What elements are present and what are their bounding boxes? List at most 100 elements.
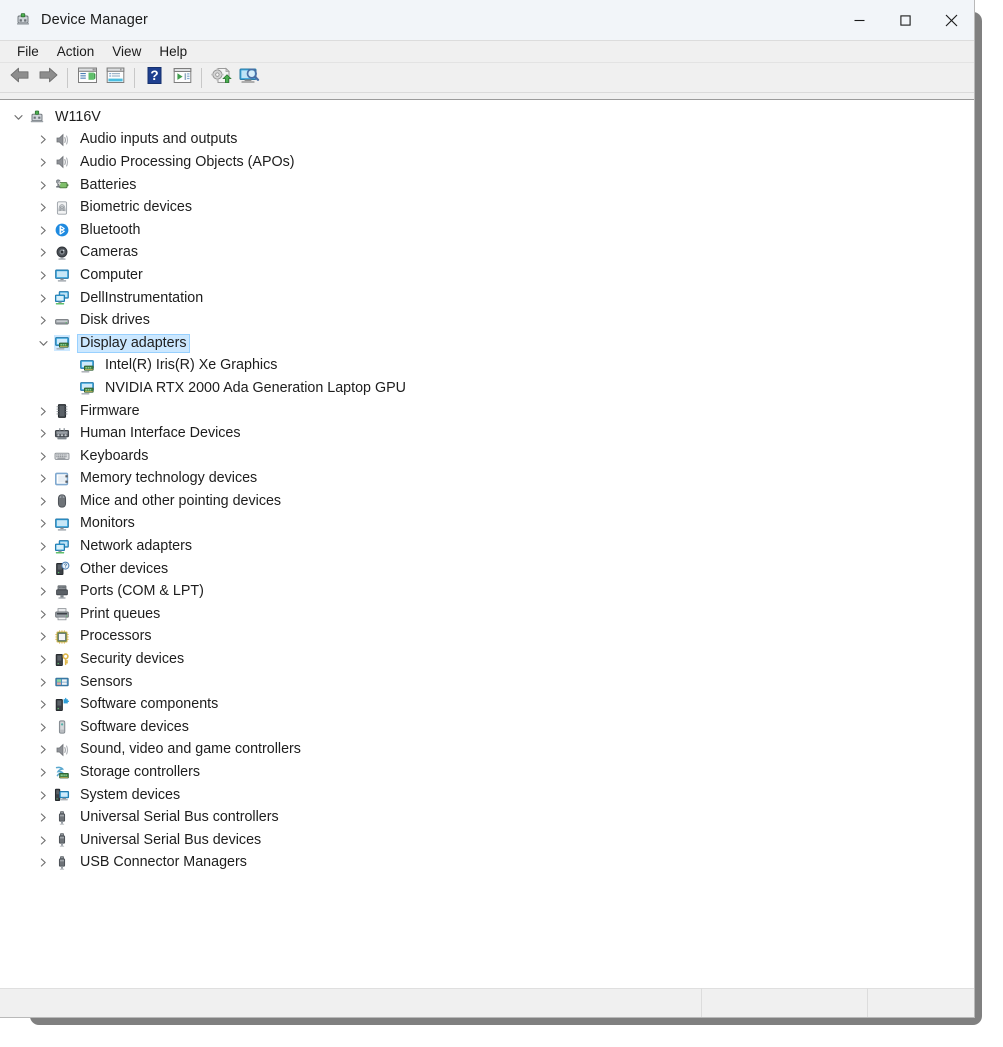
device-tree[interactable]: W116V Audio inputs and outputs Audio Pro… xyxy=(0,100,974,987)
tree-item-biometric-devices[interactable]: Biometric devices xyxy=(0,196,974,219)
tree-item-display-adapters[interactable]: Display adapters xyxy=(0,332,974,355)
monitor-icon xyxy=(54,267,70,283)
toolbar-scan-hardware[interactable] xyxy=(235,65,263,91)
toolbar-back[interactable] xyxy=(6,65,34,91)
software-device-icon xyxy=(54,719,70,735)
tree-item-batteries[interactable]: Batteries xyxy=(0,174,974,197)
chevron-right-icon[interactable] xyxy=(35,719,51,735)
chevron-right-icon[interactable] xyxy=(35,855,51,871)
minimize-button[interactable] xyxy=(836,0,882,41)
tree-item-w116v[interactable]: W116V xyxy=(0,106,974,129)
chevron-right-icon[interactable] xyxy=(35,200,51,216)
processor-icon xyxy=(54,629,70,645)
tree-item-label: Intel(R) Iris(R) Xe Graphics xyxy=(102,356,280,375)
chevron-right-icon[interactable] xyxy=(35,471,51,487)
toolbar-update-driver[interactable] xyxy=(207,65,235,91)
tree-item-memory-technology-devices[interactable]: Memory technology devices xyxy=(0,468,974,491)
tree-item-computer[interactable]: Computer xyxy=(0,264,974,287)
tree-item-cameras[interactable]: Cameras xyxy=(0,242,974,265)
tree-item-firmware[interactable]: Firmware xyxy=(0,400,974,423)
tree-item-label: Monitors xyxy=(77,514,138,533)
chevron-right-icon[interactable] xyxy=(35,313,51,329)
chevron-placeholder-icon xyxy=(60,358,76,374)
chevron-right-icon[interactable] xyxy=(35,810,51,826)
tree-item-sound-video-and-game-controllers[interactable]: Sound, video and game controllers xyxy=(0,739,974,762)
tree-item-universal-serial-bus-devices[interactable]: Universal Serial Bus devices xyxy=(0,829,974,852)
tree-item-disk-drives[interactable]: Disk drives xyxy=(0,309,974,332)
tree-item-other-devices[interactable]: ?Other devices xyxy=(0,558,974,581)
tree-item-network-adapters[interactable]: Network adapters xyxy=(0,535,974,558)
chevron-right-icon[interactable] xyxy=(35,132,51,148)
tree-item-monitors[interactable]: Monitors xyxy=(0,513,974,536)
tree-item-audio-inputs-and-outputs[interactable]: Audio inputs and outputs xyxy=(0,129,974,152)
tree-item-dellinstrumentation[interactable]: DellInstrumentation xyxy=(0,287,974,310)
tree-item-label: Sensors xyxy=(77,673,135,692)
chevron-right-icon[interactable] xyxy=(35,222,51,238)
unknown-device-icon: ? xyxy=(54,561,70,577)
chevron-right-icon[interactable] xyxy=(35,539,51,555)
chevron-right-icon[interactable] xyxy=(35,765,51,781)
tree-item-nvidia-rtx-2000-ada-generation-laptop-gpu[interactable]: NVIDIA RTX 2000 Ada Generation Laptop GP… xyxy=(0,377,974,400)
chevron-right-icon[interactable] xyxy=(35,154,51,170)
chevron-right-icon[interactable] xyxy=(35,426,51,442)
tree-item-system-devices[interactable]: System devices xyxy=(0,784,974,807)
menu-file[interactable]: File xyxy=(8,41,48,63)
window-titlebar[interactable]: Device Manager xyxy=(0,0,974,41)
chevron-right-icon[interactable] xyxy=(35,832,51,848)
toolbar-separator xyxy=(201,68,202,88)
tree-item-mice-and-other-pointing-devices[interactable]: Mice and other pointing devices xyxy=(0,490,974,513)
tree-item-security-devices[interactable]: Security devices xyxy=(0,648,974,671)
chevron-right-icon[interactable] xyxy=(35,742,51,758)
tree-item-print-queues[interactable]: Print queues xyxy=(0,603,974,626)
toolbar-properties[interactable] xyxy=(73,65,101,91)
chevron-right-icon[interactable] xyxy=(35,403,51,419)
maximize-button[interactable] xyxy=(882,0,928,41)
close-button[interactable] xyxy=(928,0,974,41)
chevron-right-icon[interactable] xyxy=(35,245,51,261)
status-pane-secondary xyxy=(702,988,868,1018)
chevron-right-icon[interactable] xyxy=(35,787,51,803)
tree-item-human-interface-devices[interactable]: Human Interface Devices xyxy=(0,422,974,445)
tree-item-storage-controllers[interactable]: Storage controllers xyxy=(0,761,974,784)
tree-item-usb-connector-managers[interactable]: USB Connector Managers xyxy=(0,852,974,875)
chevron-right-icon[interactable] xyxy=(35,697,51,713)
toolbar-forward[interactable] xyxy=(34,65,62,91)
chevron-right-icon[interactable] xyxy=(35,561,51,577)
tree-item-audio-processing-objects-apos[interactable]: Audio Processing Objects (APOs) xyxy=(0,151,974,174)
menu-view[interactable]: View xyxy=(103,41,150,63)
svg-text:?: ? xyxy=(150,68,158,83)
toolbar-run[interactable] xyxy=(168,65,196,91)
chevron-right-icon[interactable] xyxy=(35,606,51,622)
chevron-right-icon[interactable] xyxy=(35,629,51,645)
toolbar-help[interactable]: ? xyxy=(140,65,168,91)
tree-item-software-components[interactable]: Software components xyxy=(0,693,974,716)
tree-item-software-devices[interactable]: Software devices xyxy=(0,716,974,739)
tree-item-ports-com-lpt[interactable]: Ports (COM & LPT) xyxy=(0,580,974,603)
menu-action[interactable]: Action xyxy=(48,41,104,63)
toolbar-show-hide-tree[interactable] xyxy=(101,65,129,91)
tree-item-label: Audio inputs and outputs xyxy=(77,130,240,149)
chevron-right-icon[interactable] xyxy=(35,448,51,464)
tree-item-label: Memory technology devices xyxy=(77,469,260,488)
chevron-down-icon[interactable] xyxy=(10,109,26,125)
tree-item-label: System devices xyxy=(77,786,183,805)
tree-item-bluetooth[interactable]: Bluetooth xyxy=(0,219,974,242)
tree-item-sensors[interactable]: Sensors xyxy=(0,671,974,694)
chevron-right-icon[interactable] xyxy=(35,493,51,509)
menu-help[interactable]: Help xyxy=(150,41,196,63)
chevron-right-icon[interactable] xyxy=(35,177,51,193)
tree-item-label: Universal Serial Bus controllers xyxy=(77,808,282,827)
chevron-right-icon[interactable] xyxy=(35,584,51,600)
chevron-right-icon[interactable] xyxy=(35,652,51,668)
tree-item-label: Software devices xyxy=(77,718,192,737)
chevron-down-icon[interactable] xyxy=(35,335,51,351)
chevron-right-icon[interactable] xyxy=(35,674,51,690)
chevron-right-icon[interactable] xyxy=(35,267,51,283)
tree-item-processors[interactable]: Processors xyxy=(0,626,974,649)
tree-item-keyboards[interactable]: Keyboards xyxy=(0,445,974,468)
tree-item-label: Firmware xyxy=(77,402,143,421)
chevron-right-icon[interactable] xyxy=(35,516,51,532)
tree-item-intel-r-iris-r-xe-graphics[interactable]: Intel(R) Iris(R) Xe Graphics xyxy=(0,355,974,378)
tree-item-universal-serial-bus-controllers[interactable]: Universal Serial Bus controllers xyxy=(0,806,974,829)
chevron-right-icon[interactable] xyxy=(35,290,51,306)
